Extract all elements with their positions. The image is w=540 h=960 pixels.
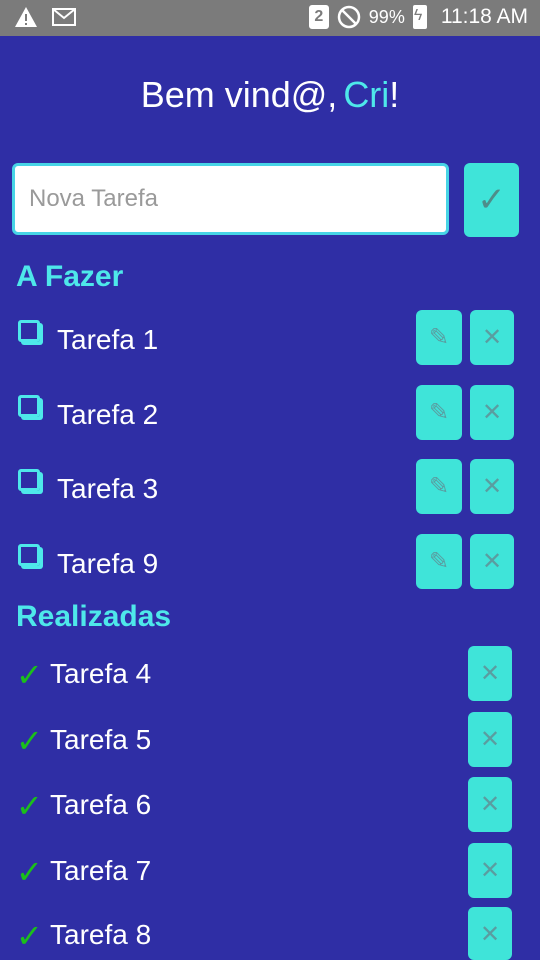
done-check-icon: ✓ (16, 788, 43, 824)
greeting-suffix: ! (389, 74, 400, 115)
done-section-title: Realizadas (16, 600, 172, 633)
close-icon: ✕ (479, 791, 501, 818)
new-task-input[interactable] (12, 163, 449, 235)
edit-task-button[interactable]: ✎ (416, 534, 462, 589)
delete-task-button[interactable]: ✕ (468, 646, 512, 701)
task-label: Tarefa 4 (50, 658, 152, 689)
pencil-icon: ✎ (428, 473, 450, 500)
todo-item: Tarefa 1 ✎ ✕ (0, 310, 540, 366)
pencil-icon: ✎ (428, 548, 450, 575)
mail-icon (52, 8, 76, 26)
done-item: ✓ Tarefa 5 ✕ (0, 712, 540, 768)
task-label: Tarefa 9 (57, 548, 159, 579)
close-icon: ✕ (481, 473, 503, 500)
close-icon: ✕ (479, 726, 501, 753)
delete-task-button[interactable]: ✕ (470, 459, 514, 514)
task-label: Tarefa 3 (57, 473, 159, 504)
close-icon: ✕ (481, 399, 503, 426)
task-label: Tarefa 1 (57, 324, 159, 355)
warning-icon (15, 7, 37, 27)
user-name: Cri (343, 74, 390, 115)
close-icon: ✕ (479, 660, 501, 687)
done-item: ✓ Tarefa 7 ✕ (0, 843, 540, 899)
delete-task-button[interactable]: ✕ (468, 907, 512, 960)
pencil-icon: ✎ (428, 399, 450, 426)
done-check-icon: ✓ (16, 657, 43, 693)
todo-item: Tarefa 3 ✎ ✕ (0, 459, 540, 515)
close-icon: ✕ (479, 921, 501, 948)
done-check-icon: ✓ (16, 723, 43, 759)
close-icon: ✕ (481, 548, 503, 575)
todo-item: Tarefa 2 ✎ ✕ (0, 385, 540, 441)
done-item: ✓ Tarefa 6 ✕ (0, 777, 540, 833)
task-checkbox[interactable] (18, 320, 40, 342)
todo-section-title: A Fazer (16, 260, 124, 293)
delete-task-button[interactable]: ✕ (470, 310, 514, 365)
delete-task-button[interactable]: ✕ (470, 385, 514, 440)
delete-task-button[interactable]: ✕ (468, 712, 512, 767)
delete-task-button[interactable]: ✕ (470, 534, 514, 589)
task-label: Tarefa 7 (50, 855, 152, 886)
check-icon: ✓ (477, 181, 506, 219)
clock: 11:18 AM (440, 5, 528, 28)
sim-icon: 2 (308, 5, 329, 29)
done-item: ✓ Tarefa 4 ✕ (0, 646, 540, 702)
pencil-icon: ✎ (428, 324, 450, 351)
task-label: Tarefa 6 (50, 789, 152, 820)
task-checkbox[interactable] (18, 469, 40, 491)
done-check-icon: ✓ (16, 854, 43, 890)
status-bar: 2 99% ϟ 11:18 AM (0, 0, 540, 36)
edit-task-button[interactable]: ✎ (416, 310, 462, 365)
greeting-title: Bem vind@, Cri! (0, 74, 540, 116)
todo-item: Tarefa 9 ✎ ✕ (0, 534, 540, 590)
task-label: Tarefa 8 (50, 919, 152, 950)
battery-charging-icon: ϟ (412, 5, 427, 29)
greeting-prefix: Bem vind@, (140, 74, 338, 115)
task-label: Tarefa 5 (50, 724, 152, 755)
close-icon: ✕ (481, 324, 503, 351)
edit-task-button[interactable]: ✎ (416, 385, 462, 440)
task-checkbox[interactable] (18, 395, 40, 417)
battery-percent: 99% (368, 6, 405, 27)
do-not-disturb-icon (337, 5, 361, 29)
close-icon: ✕ (479, 857, 501, 884)
done-item: ✓ Tarefa 8 ✕ (0, 907, 540, 960)
add-task-button[interactable]: ✓ (464, 163, 519, 237)
edit-task-button[interactable]: ✎ (416, 459, 462, 514)
delete-task-button[interactable]: ✕ (468, 777, 512, 832)
task-label: Tarefa 2 (57, 399, 159, 430)
delete-task-button[interactable]: ✕ (468, 843, 512, 898)
done-check-icon: ✓ (16, 918, 43, 954)
task-checkbox[interactable] (18, 544, 40, 566)
